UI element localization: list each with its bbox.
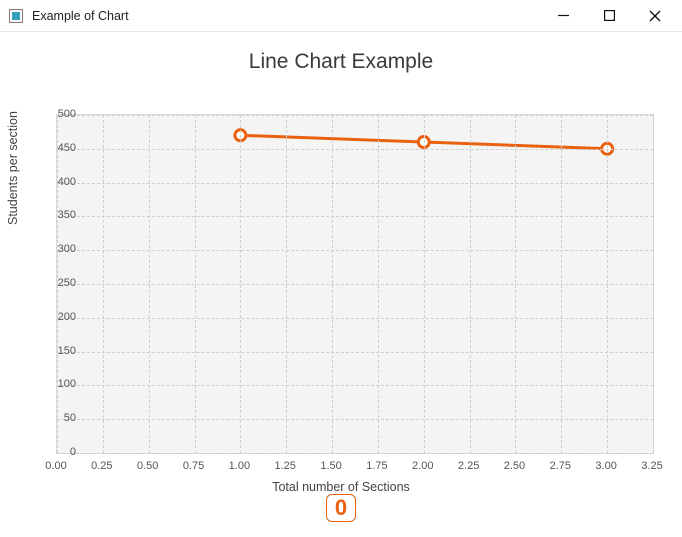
y-tick-label: 200 — [46, 311, 76, 323]
x-tick-label: 1.75 — [366, 460, 387, 472]
titlebar: Example of Chart — [0, 0, 682, 32]
x-tick-label: 0.75 — [183, 460, 204, 472]
grid-horizontal — [57, 183, 653, 184]
maximize-button[interactable] — [586, 0, 632, 32]
close-button[interactable] — [632, 0, 678, 32]
y-axis-label: Students per section — [6, 111, 20, 225]
grid-horizontal — [57, 318, 653, 319]
minimize-button[interactable] — [540, 0, 586, 32]
grid-horizontal — [57, 453, 653, 454]
grid-horizontal — [57, 419, 653, 420]
grid-vertical — [653, 115, 654, 453]
x-tick-label: 3.25 — [641, 460, 662, 472]
x-tick-label: 0.25 — [91, 460, 112, 472]
y-tick-label: 500 — [46, 108, 76, 120]
y-tick-label: 450 — [46, 142, 76, 154]
plot-area — [56, 114, 654, 454]
grid-horizontal — [57, 284, 653, 285]
x-tick-label: 3.00 — [595, 460, 616, 472]
x-tick-label: 1.50 — [320, 460, 341, 472]
x-tick-label: 0.50 — [137, 460, 158, 472]
app-icon — [8, 8, 24, 24]
grid-horizontal — [57, 216, 653, 217]
x-tick-label: 1.25 — [275, 460, 296, 472]
x-tick-label: 0.00 — [45, 460, 66, 472]
grid-horizontal — [57, 352, 653, 353]
x-axis-label: Total number of Sections — [0, 480, 682, 494]
x-tick-label: 2.50 — [504, 460, 525, 472]
y-tick-label: 400 — [46, 176, 76, 188]
window-title: Example of Chart — [32, 9, 129, 23]
y-tick-label: 0 — [46, 446, 76, 458]
y-tick-label: 250 — [46, 277, 76, 289]
chart-container: Line Chart Example Students per section … — [0, 32, 682, 492]
grid-horizontal — [57, 149, 653, 150]
x-tick-label: 2.25 — [458, 460, 479, 472]
value-chip[interactable]: 0 — [326, 494, 356, 522]
grid-horizontal — [57, 115, 653, 116]
y-tick-label: 150 — [46, 345, 76, 357]
grid-horizontal — [57, 250, 653, 251]
x-tick-label: 2.75 — [550, 460, 571, 472]
x-tick-label: 1.00 — [229, 460, 250, 472]
y-tick-label: 50 — [46, 412, 76, 424]
y-tick-label: 100 — [46, 378, 76, 390]
y-tick-label: 350 — [46, 209, 76, 221]
y-tick-label: 300 — [46, 243, 76, 255]
footer-area: 0 — [0, 494, 682, 522]
chart-title: Line Chart Example — [0, 32, 682, 74]
x-tick-label: 2.00 — [412, 460, 433, 472]
grid-horizontal — [57, 385, 653, 386]
